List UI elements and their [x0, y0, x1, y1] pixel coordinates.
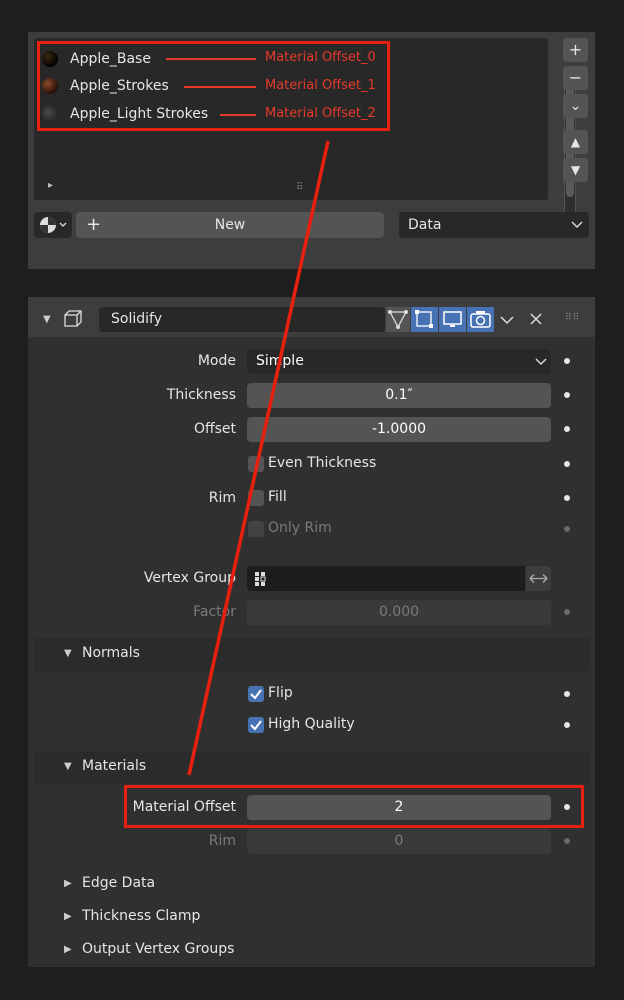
- thickness-field[interactable]: 0.1″: [247, 383, 551, 408]
- close-icon[interactable]: [529, 312, 543, 326]
- move-down-button[interactable]: ▼: [563, 158, 588, 182]
- keyframe-dot[interactable]: [564, 426, 570, 432]
- checkmark-icon: [250, 720, 262, 731]
- high-quality-label: High Quality: [268, 716, 355, 732]
- camera-icon: [470, 311, 491, 328]
- chevron-down-icon: [571, 221, 583, 228]
- fill-checkbox[interactable]: [248, 490, 264, 506]
- edit-mode-cage-toggle[interactable]: [386, 307, 410, 332]
- collapsed-triangle-icon: ▶: [64, 911, 72, 922]
- flip-label: Flip: [268, 685, 293, 701]
- vertex-triangle-icon: [388, 310, 408, 329]
- edit-mode-toggle[interactable]: [411, 307, 438, 332]
- checkmark-icon: [250, 689, 262, 700]
- vertex-group-label: Vertex Group: [143, 570, 236, 586]
- thickness-clamp-title: Thickness Clamp: [82, 908, 201, 924]
- factor-field[interactable]: 0.000: [247, 600, 551, 625]
- solidify-modifier-icon: [64, 310, 82, 327]
- expand-triangle-icon[interactable]: ▸: [48, 180, 53, 191]
- chevron-down-icon: [535, 358, 547, 365]
- monitor-icon: [443, 311, 462, 327]
- edge-data-subpanel-header[interactable]: ▶ Edge Data: [34, 868, 589, 901]
- modifier-name-field[interactable]: Solidify: [99, 307, 385, 332]
- flip-checkbox[interactable]: [248, 686, 264, 702]
- keyframe-dot[interactable]: [564, 691, 570, 697]
- annotation-box-material-offset: [124, 785, 584, 828]
- keyframe-dot[interactable]: [564, 392, 570, 398]
- chevron-down-icon[interactable]: [499, 315, 515, 325]
- viewport-display-toggle[interactable]: [439, 307, 466, 332]
- keyframe-dot[interactable]: [564, 495, 570, 501]
- only-rim-checkbox[interactable]: [248, 521, 264, 537]
- factor-label: Factor: [193, 604, 236, 620]
- keyframe-dot[interactable]: [564, 358, 570, 364]
- vertex-group-field[interactable]: [247, 566, 525, 591]
- vertex-group-icon: [255, 572, 266, 586]
- resize-grip-icon[interactable]: ⠿: [296, 182, 303, 193]
- collapsed-triangle-icon: ▶: [64, 944, 72, 955]
- mode-label: Mode: [197, 353, 236, 369]
- browse-material-button[interactable]: [34, 212, 72, 238]
- specials-menu-button[interactable]: ⌄: [563, 94, 588, 118]
- modifier-name: Solidify: [111, 311, 162, 327]
- thickness-label: Thickness: [166, 387, 236, 403]
- only-rim-label: Only Rim: [268, 520, 332, 536]
- add-slot-button[interactable]: +: [563, 38, 588, 62]
- invert-vertex-group-toggle[interactable]: [526, 566, 551, 591]
- materials-subpanel-header[interactable]: ▼ Materials: [34, 751, 589, 784]
- edit-mesh-icon: [415, 310, 433, 328]
- keyframe-dot[interactable]: [564, 838, 570, 844]
- fill-label: Fill: [268, 489, 287, 505]
- expand-triangle-icon: ▼: [64, 648, 72, 659]
- remove-slot-button[interactable]: −: [563, 66, 588, 90]
- high-quality-checkbox[interactable]: [248, 717, 264, 733]
- rim-material-field[interactable]: 0: [247, 829, 551, 854]
- render-toggle[interactable]: [467, 307, 494, 332]
- rim-label: Rim: [208, 490, 236, 506]
- mode-dropdown[interactable]: Simple: [247, 349, 551, 374]
- expand-triangle-icon: ▼: [64, 761, 72, 772]
- move-up-button[interactable]: ▲: [563, 130, 588, 154]
- offset-label: Offset: [193, 421, 236, 437]
- output-vertex-groups-title: Output Vertex Groups: [82, 941, 235, 957]
- normals-subpanel-body: [34, 671, 589, 749]
- rim-material-label: Rim: [208, 833, 236, 849]
- normals-title: Normals: [82, 645, 140, 661]
- arrows-left-right-icon: [529, 574, 548, 583]
- new-material-button[interactable]: + New: [76, 212, 384, 238]
- keyframe-dot[interactable]: [564, 722, 570, 728]
- keyframe-dot[interactable]: [564, 461, 570, 467]
- annotation-box-slots: [37, 41, 390, 131]
- even-thickness-checkbox[interactable]: [248, 456, 264, 472]
- keyframe-dot[interactable]: [564, 526, 570, 532]
- offset-field[interactable]: -1.0000: [247, 417, 551, 442]
- drag-handle-icon[interactable]: ⠿⠿: [565, 313, 580, 323]
- thickness-clamp-subpanel-header[interactable]: ▶ Thickness Clamp: [34, 901, 589, 934]
- link-value: Data: [408, 217, 442, 233]
- even-thickness-label: Even Thickness: [268, 455, 377, 471]
- materials-title: Materials: [82, 758, 147, 774]
- material-sphere-icon: [40, 217, 67, 233]
- keyframe-dot[interactable]: [564, 609, 570, 615]
- mode-value: Simple: [256, 353, 304, 369]
- normals-subpanel-header[interactable]: ▼ Normals: [34, 638, 589, 671]
- collapsed-triangle-icon: ▶: [64, 878, 72, 889]
- new-material-label: New: [214, 217, 246, 233]
- link-dropdown[interactable]: Data: [399, 212, 589, 238]
- edge-data-title: Edge Data: [82, 875, 156, 891]
- collapse-triangle-icon[interactable]: ▼: [43, 314, 51, 325]
- output-vertex-groups-subpanel-header[interactable]: ▶ Output Vertex Groups: [34, 934, 589, 967]
